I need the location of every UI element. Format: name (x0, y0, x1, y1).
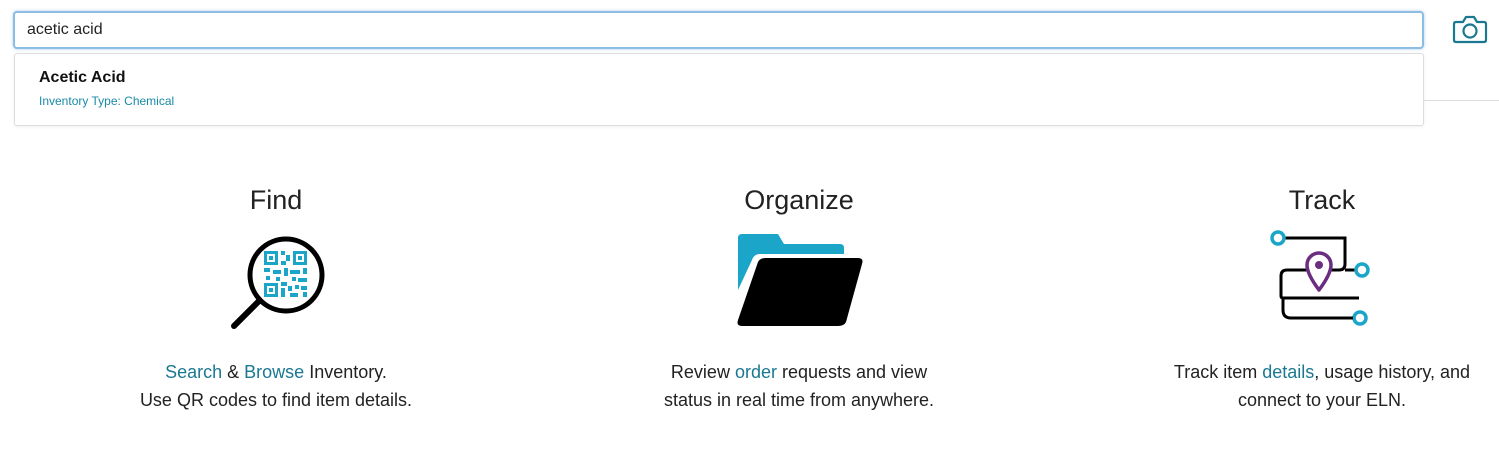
feature-title-track: Track (1288, 185, 1356, 215)
tracking-path-icon (1270, 230, 1370, 326)
feature-text-organize: Review order requests and view status in… (589, 358, 1009, 414)
feature-title-find: Find (249, 185, 303, 215)
feature-title-organize: Organize (744, 185, 854, 215)
suggestion-item[interactable]: Acetic Acid Inventory Type: Chemical (15, 54, 1423, 125)
camera-scan-button[interactable] (1452, 13, 1488, 45)
search-suggestions-dropdown: Acetic Acid Inventory Type: Chemical (14, 53, 1424, 126)
details-link[interactable]: details (1262, 362, 1314, 382)
suggestion-title: Acetic Acid (39, 69, 126, 86)
camera-icon (1452, 15, 1488, 44)
suggestion-subtitle: Inventory Type: Chemical (39, 94, 175, 108)
feature-find: Find Search & Browse Inventory. Use QR c… (66, 180, 486, 414)
feature-text-find: Search & Browse Inventory. Use QR codes … (66, 358, 486, 414)
folder-icon (737, 234, 863, 326)
feature-text-track-line2: connect to your ELN. (1237, 390, 1407, 410)
page: Acetic Acid Inventory Type: Chemical Fin… (0, 0, 1499, 466)
feature-organize: Organize Review order requests and view … (589, 180, 1009, 414)
search-link[interactable]: Search (165, 362, 222, 382)
feature-text-organize-line2: status in real time from anywhere. (663, 390, 935, 410)
feature-text-track: Track item details, usage history, and c… (1112, 358, 1499, 414)
search-input[interactable] (13, 11, 1424, 49)
magnifier-qr-icon (231, 236, 325, 329)
header-divider (1424, 100, 1499, 101)
feature-track: Track Track item details, usage history,… (1112, 180, 1499, 414)
order-link[interactable]: order (735, 362, 777, 382)
feature-text-find-line2: Use QR codes to find item details. (139, 390, 413, 410)
browse-link[interactable]: Browse (244, 362, 304, 382)
